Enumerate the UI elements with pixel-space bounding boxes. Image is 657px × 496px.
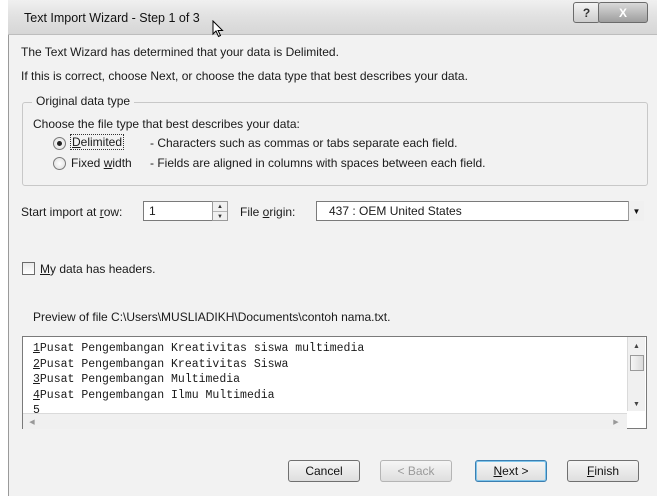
mouse-cursor-icon [212, 20, 224, 38]
fixed-width-label[interactable]: Fixed width [71, 156, 132, 170]
fixed-width-radio[interactable] [53, 157, 66, 170]
start-row-spinner[interactable]: ▲ ▼ [212, 201, 228, 221]
delimited-description: - Characters such as commas or tabs sepa… [150, 136, 458, 150]
preview-horizontal-scrollbar[interactable]: ◀ ▶ [23, 413, 627, 429]
start-row-input[interactable]: 1 [143, 201, 213, 221]
start-row-label: Start import at row: [21, 205, 123, 219]
next-button[interactable]: Next > [475, 460, 547, 482]
delimited-radio[interactable] [53, 137, 66, 150]
help-icon: ? [582, 5, 591, 20]
preview-line: 1Pusat Pengembangan Kreativitas siswa mu… [33, 342, 365, 355]
scroll-down-icon[interactable]: ▼ [628, 397, 645, 411]
preview-pane[interactable]: 1Pusat Pengembangan Kreativitas siswa mu… [22, 336, 647, 429]
group-legend: Original data type [32, 94, 135, 108]
scroll-left-icon[interactable]: ◀ [25, 414, 39, 429]
scroll-up-icon[interactable]: ▲ [628, 339, 645, 353]
chevron-down-icon[interactable]: ▼ [628, 201, 644, 221]
fixed-width-description: - Fields are aligned in columns with spa… [150, 156, 486, 170]
close-button[interactable]: X [598, 2, 648, 23]
spin-up-icon[interactable]: ▲ [213, 202, 227, 211]
spin-down-icon[interactable]: ▼ [213, 211, 227, 221]
headers-checkbox[interactable] [22, 262, 35, 275]
file-origin-label: File origin: [240, 205, 296, 219]
headers-label[interactable]: My data has headers. [40, 262, 155, 276]
cancel-button[interactable]: Cancel [288, 460, 360, 482]
back-button[interactable]: < Back [380, 460, 452, 482]
intro-line-2: If this is correct, choose Next, or choo… [21, 69, 468, 83]
preview-caption: Preview of file C:\Users\MUSLIADIKH\Docu… [33, 310, 391, 324]
finish-button[interactable]: Finish [567, 460, 639, 482]
preview-line: 2Pusat Pengembangan Kreativitas Siswa [33, 357, 289, 371]
file-origin-select[interactable]: 437 : OEM United States [316, 201, 644, 221]
title-bar[interactable]: Text Import Wizard - Step 1 of 3 ? X [8, 0, 657, 35]
preview-line: 4Pusat Pengembangan Ilmu Multimedia [33, 388, 275, 402]
window-title: Text Import Wizard - Step 1 of 3 [24, 11, 200, 25]
preview-vertical-scrollbar[interactable]: ▲ ▼ [627, 337, 645, 411]
file-type-prompt: Choose the file type that best describes… [33, 117, 300, 131]
scroll-right-icon[interactable]: ▶ [609, 414, 623, 429]
preview-line: 3Pusat Pengembangan Multimedia [33, 373, 241, 386]
delimited-label[interactable]: Delimited [70, 134, 125, 150]
close-icon: X [618, 5, 627, 20]
file-origin-value: 437 : OEM United States [329, 204, 462, 218]
help-button[interactable]: ? [573, 2, 600, 23]
scroll-thumb[interactable] [630, 355, 644, 371]
intro-line-1: The Text Wizard has determined that your… [21, 45, 339, 59]
